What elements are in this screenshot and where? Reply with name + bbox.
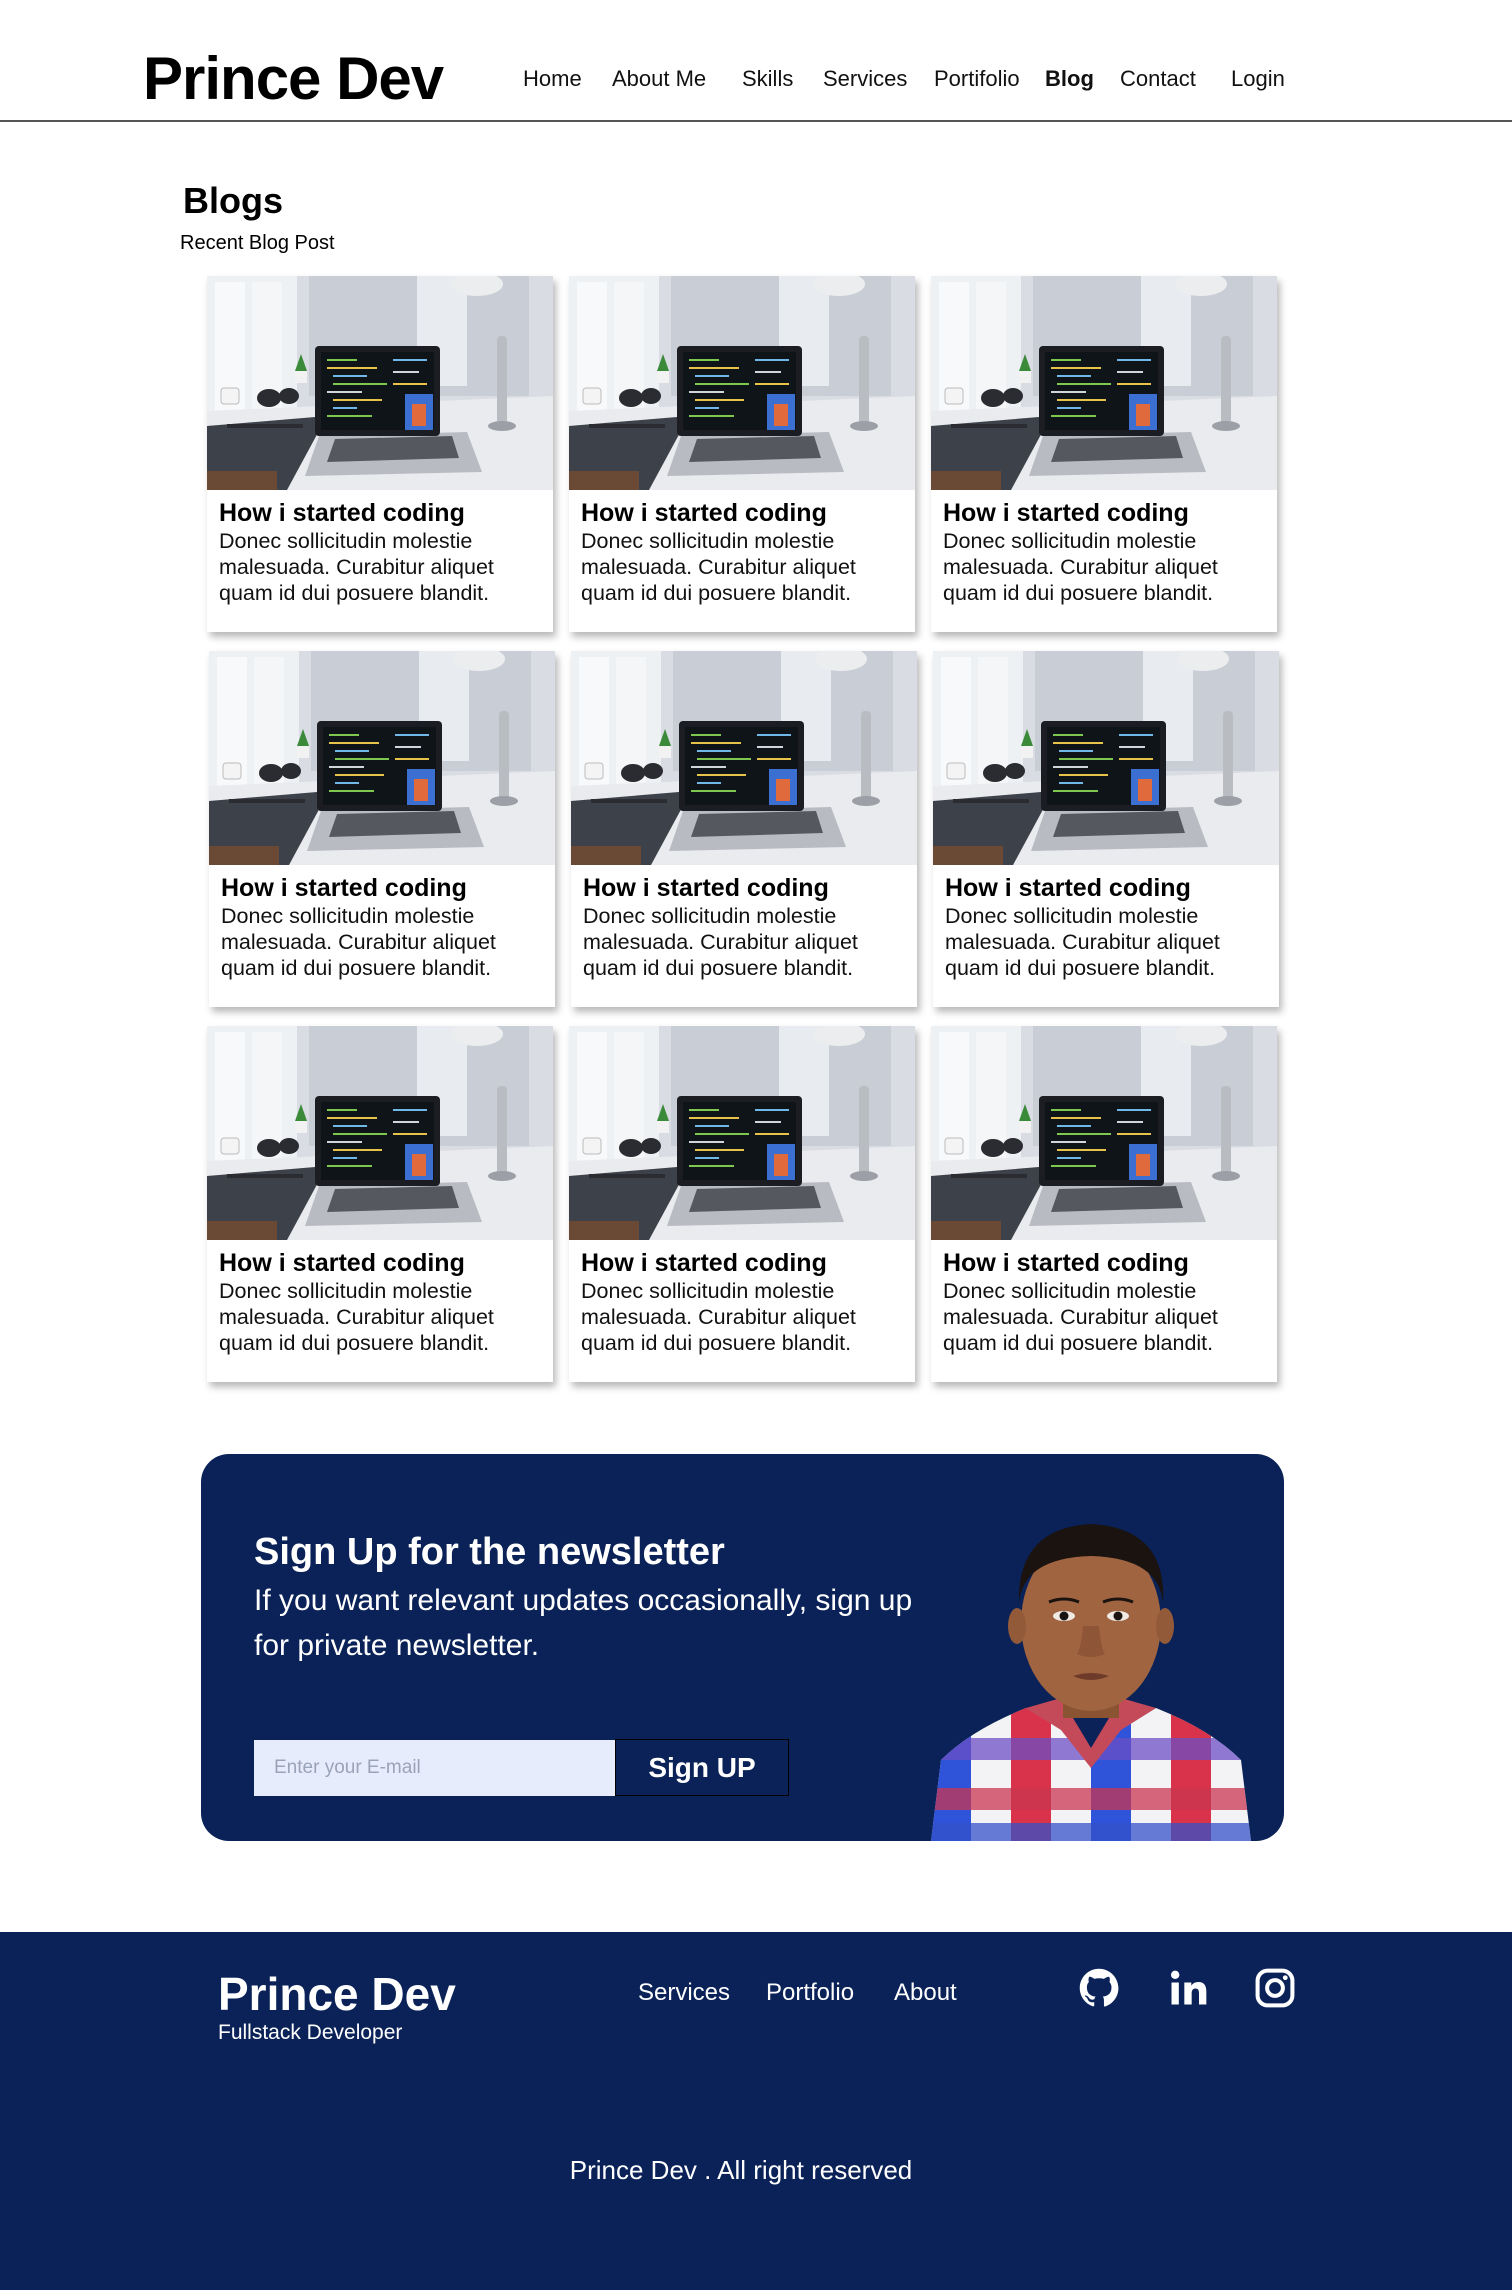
nav-contact[interactable]: Contact [1120,64,1196,94]
blog-card-title[interactable]: How i started coding [583,873,829,903]
newsletter-section: Sign Up for the newsletter If you want r… [201,1454,1284,1841]
blog-card-image [207,276,553,490]
blog-card-title[interactable]: How i started coding [219,498,465,528]
footer-link-portfolio[interactable]: Portfolio [766,1978,854,2008]
blog-card[interactable]: How i started coding Donec sollicitudin … [569,276,915,632]
laptop-desk-photo [569,276,915,490]
blog-card-excerpt: Donec sollicitudin molestie malesuada. C… [943,1279,1218,1355]
blog-card-title[interactable]: How i started coding [219,1248,465,1278]
blog-card-excerpt: Donec sollicitudin molestie malesuada. C… [221,904,496,980]
blog-card[interactable]: How i started coding Donec sollicitudin … [571,651,917,1007]
laptop-desk-photo [207,276,553,490]
blog-card-image [931,1026,1277,1240]
blog-card-excerpt: Donec sollicitudin molestie malesuada. C… [219,1279,494,1355]
blog-card-image [569,276,915,490]
blog-card-image [933,651,1279,865]
github-icon[interactable] [1077,1966,1121,2010]
nav-portifolio[interactable]: Portifolio [934,64,1020,94]
nav-skills[interactable]: Skills [742,64,793,94]
page-title: Blogs [183,180,284,221]
blog-card-excerpt: Donec sollicitudin molestie malesuada. C… [581,1279,856,1355]
blog-card[interactable]: How i started coding Donec sollicitudin … [209,651,555,1007]
laptop-desk-photo [571,651,917,865]
laptop-desk-photo [931,1026,1277,1240]
blog-card[interactable]: How i started coding Donec sollicitudin … [569,1026,915,1382]
nav-blog[interactable]: Blog [1045,64,1094,94]
footer-logo[interactable]: Prince Dev [218,1966,456,2022]
blog-card-excerpt: Donec sollicitudin molestie malesuada. C… [581,529,856,605]
blog-card-image [209,651,555,865]
linkedin-icon[interactable] [1166,1966,1210,2010]
blog-card-image [931,276,1277,490]
sign-up-button[interactable]: Sign UP [615,1739,789,1796]
blog-card-image [207,1026,553,1240]
blog-card-excerpt: Donec sollicitudin molestie malesuada. C… [583,904,858,980]
blog-card-title[interactable]: How i started coding [943,1248,1189,1278]
blog-card[interactable]: How i started coding Donec sollicitudin … [933,651,1279,1007]
blog-card-title[interactable]: How i started coding [943,498,1189,528]
laptop-desk-photo [931,276,1277,490]
laptop-desk-photo [207,1026,553,1240]
blog-card-image [571,651,917,865]
site-footer: Prince Dev Fullstack Developer Services … [0,1932,1512,2290]
blog-card[interactable]: How i started coding Donec sollicitudin … [207,1026,553,1382]
blog-card[interactable]: How i started coding Donec sollicitudin … [931,276,1277,632]
footer-link-about[interactable]: About [894,1978,957,2008]
blog-card-title[interactable]: How i started coding [221,873,467,903]
blog-card-excerpt: Donec sollicitudin molestie malesuada. C… [945,904,1220,980]
newsletter-description: If you want relevant updates occasionall… [254,1584,913,1662]
laptop-desk-photo [209,651,555,865]
blog-card-excerpt: Donec sollicitudin molestie malesuada. C… [943,529,1218,605]
instagram-icon[interactable] [1253,1966,1297,2010]
site-header: Prince Dev Home About Me Skills Services… [0,0,1512,122]
blog-card-title[interactable]: How i started coding [581,498,827,528]
blog-card-image [569,1026,915,1240]
nav-services[interactable]: Services [823,64,907,94]
blog-card-title[interactable]: How i started coding [581,1248,827,1278]
blog-card-title[interactable]: How i started coding [945,873,1191,903]
blog-card[interactable]: How i started coding Donec sollicitudin … [207,276,553,632]
footer-tagline: Fullstack Developer [218,2021,403,2044]
blog-card[interactable]: How i started coding Donec sollicitudin … [931,1026,1277,1382]
copyright-text: Prince Dev . All right reserved [569,2155,913,2185]
newsletter-title: Sign Up for the newsletter [254,1531,725,1573]
email-input[interactable] [254,1740,616,1796]
page-subtitle: Recent Blog Post [180,232,335,254]
nav-login[interactable]: Login [1231,64,1285,94]
main-nav: Home About Me Skills Services Portifolio… [0,64,1512,94]
laptop-desk-photo [569,1026,915,1240]
nav-about-me[interactable]: About Me [612,64,706,94]
footer-link-services[interactable]: Services [638,1978,730,2008]
nav-home[interactable]: Home [523,64,582,94]
blog-card-excerpt: Donec sollicitudin molestie malesuada. C… [219,529,494,605]
laptop-desk-photo [933,651,1279,865]
profile-portrait [931,1524,1251,1841]
